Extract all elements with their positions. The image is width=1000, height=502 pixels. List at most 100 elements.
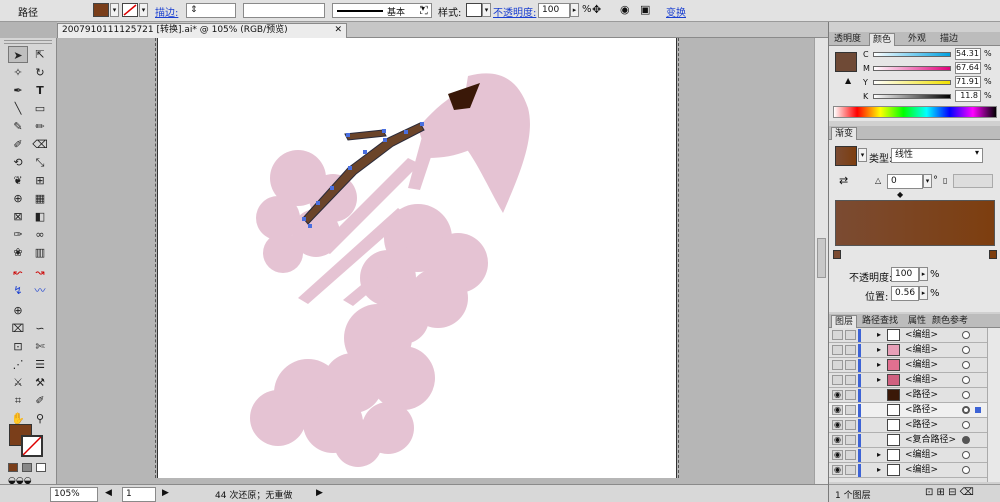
reverse-gradient-icon[interactable]: ⇄ — [839, 174, 848, 187]
column-graph-tool-icon[interactable]: ▥ — [30, 244, 50, 261]
gradient-mode-icon[interactable] — [22, 463, 32, 472]
graph-tool-icon[interactable]: ⋰ — [8, 356, 28, 373]
stroke-color-swatch[interactable] — [122, 3, 138, 17]
pen-tool-icon[interactable]: ✒ — [8, 82, 28, 99]
fill-dropdown[interactable]: ▾ — [110, 3, 119, 17]
perspective-grid-tool-icon[interactable]: ▦ — [30, 190, 50, 207]
crop-tool-icon[interactable]: ⌗ — [8, 392, 28, 409]
direct-selection-tool-icon[interactable]: ⇱ — [30, 46, 50, 63]
knife-tool-icon[interactable]: ⚔ — [8, 374, 28, 391]
canvas-area[interactable] — [57, 38, 828, 484]
scale-tool-icon[interactable]: ⤡ — [30, 154, 50, 171]
stop-location-field[interactable]: 0.56 — [891, 286, 919, 301]
gradient-swatch[interactable] — [835, 146, 857, 166]
rotate-tool-icon[interactable]: ⟲ — [8, 154, 28, 171]
gradient-type-select[interactable]: 线性 — [891, 148, 983, 163]
slice-tool-icon[interactable]: ∽ — [30, 320, 50, 337]
channel-m-value[interactable]: 67.64 — [955, 62, 981, 74]
stop-location-dropdown[interactable]: ▸ — [919, 286, 928, 300]
channel-m-slider[interactable] — [873, 66, 951, 71]
tab-layers[interactable]: 图层 — [831, 315, 858, 328]
aspect-ratio-field[interactable] — [953, 174, 993, 188]
none-mode-icon[interactable] — [36, 463, 46, 472]
tab-pathfinder[interactable]: 路径查找 — [859, 315, 901, 328]
selection-tool-icon[interactable]: ➤ — [8, 46, 28, 63]
isolate-icon[interactable]: ◉ — [620, 3, 630, 16]
layer-row[interactable]: ◉ <路径> — [829, 418, 1000, 433]
reshape-tool-icon[interactable]: ↯ — [8, 282, 28, 299]
tab-attributes[interactable]: 属性 — [905, 315, 929, 328]
color-mode-icon[interactable] — [8, 463, 18, 472]
mesh-tool-icon[interactable]: ⊠ — [8, 208, 28, 225]
crosshair-tool-icon[interactable]: ⊕ — [8, 302, 28, 319]
blob-brush-tool-icon[interactable]: ✐ — [8, 136, 28, 153]
layer-row[interactable]: ▸ <编组> — [829, 358, 1000, 373]
tab-color-guide[interactable]: 颜色参考 — [929, 315, 971, 328]
variable-width-profile[interactable] — [243, 3, 325, 18]
tab-color[interactable]: 颜色 — [869, 33, 896, 46]
type-tool-icon[interactable]: T — [30, 82, 50, 99]
gradient-tool-icon[interactable]: ◧ — [30, 208, 50, 225]
layer-footer-icons[interactable]: ⊡ ⊞ ⊟ ⌫ — [925, 487, 974, 498]
puppet-warp-tool-icon[interactable]: ⊡ — [8, 338, 28, 355]
opacity-field[interactable]: 100 — [538, 3, 570, 18]
artboard[interactable] — [155, 38, 679, 478]
artboard-tool-icon[interactable]: ⌧ — [8, 320, 28, 337]
free-transform-tool-icon[interactable]: ⊞ — [30, 172, 50, 189]
tab-transparency[interactable]: 透明度 — [831, 33, 864, 46]
paintbrush-tool-icon[interactable]: ✎ — [8, 118, 28, 135]
graphic-style-swatch[interactable] — [466, 3, 482, 17]
color-fill-swatch[interactable] — [835, 52, 857, 72]
recolor-icon[interactable]: ✥ — [592, 3, 601, 16]
eyedropper-alt-icon[interactable]: ✐ — [30, 392, 50, 409]
gradient-slider[interactable] — [835, 200, 995, 246]
stop-opacity-field[interactable]: 100 — [891, 267, 919, 282]
stroke-box[interactable] — [21, 435, 43, 457]
arrange-icon[interactable]: ▣ — [640, 3, 650, 16]
tools-grip[interactable] — [4, 40, 52, 44]
symbol-sprayer-tool-icon[interactable]: ❀ — [8, 244, 28, 261]
channel-y-slider[interactable] — [873, 80, 951, 85]
document-tab[interactable]: 2007910111125721 [转换].ai* @ 105% (RGB/预览… — [57, 23, 347, 38]
stop-opacity-dropdown[interactable]: ▸ — [919, 267, 928, 281]
channel-y-value[interactable]: 71.91 — [955, 76, 981, 88]
transform-link[interactable]: 变换 — [666, 4, 686, 19]
shape-builder-tool-icon[interactable]: ⊕ — [8, 190, 28, 207]
layers-scrollbar[interactable] — [987, 328, 1000, 482]
lasso-tool-icon[interactable]: ↻ — [30, 64, 50, 81]
next-artboard-icon[interactable]: ▶ — [162, 488, 169, 498]
layer-row-selected[interactable]: ◉ <路径> — [829, 403, 1000, 418]
blossom-artwork[interactable] — [158, 38, 678, 478]
line-tool-icon[interactable]: ╲ — [8, 100, 28, 117]
color-spectrum[interactable] — [833, 106, 997, 118]
align-icon[interactable]: ⛶ — [420, 4, 428, 18]
layer-row[interactable]: ▸ <编组> — [829, 343, 1000, 358]
vertical-scrollbar[interactable] — [814, 38, 828, 484]
rectangle-tool-icon[interactable]: ▭ — [30, 100, 50, 117]
stroke-dropdown[interactable]: ▾ — [139, 3, 148, 17]
list-tool-icon[interactable]: ☰ — [30, 356, 50, 373]
blend-tool-icon[interactable]: ∞ — [30, 226, 50, 243]
channel-k-slider[interactable] — [873, 94, 951, 99]
style-dropdown[interactable]: ▾ — [482, 3, 491, 17]
gradient-swatch-dropdown[interactable]: ▾ — [858, 148, 867, 162]
smooth-tool-icon[interactable]: 〰 — [30, 282, 50, 299]
gradient-stop-end[interactable] — [989, 250, 997, 259]
angle-dropdown[interactable]: ▾ — [923, 174, 932, 188]
close-tab-icon[interactable]: ✕ — [334, 24, 342, 37]
scroll-thumb[interactable] — [817, 238, 826, 278]
layer-row[interactable]: ▸ <编组> — [829, 328, 1000, 343]
measure-tool-icon[interactable]: ⚒ — [30, 374, 50, 391]
layer-row[interactable]: ◉ ▸ <编组> — [829, 448, 1000, 463]
status-menu-icon[interactable]: ▶ — [316, 488, 323, 498]
fill-color-swatch[interactable] — [93, 3, 109, 17]
layer-row[interactable]: ▸ <编组> — [829, 373, 1000, 388]
gradient-stop-start[interactable] — [833, 250, 841, 259]
prev-artboard-icon[interactable]: ◀ — [105, 488, 112, 498]
zoom-field[interactable]: 105% — [50, 487, 98, 502]
tab-gradient[interactable]: 渐变 — [831, 127, 858, 140]
eyedropper-tool-icon[interactable]: ✑ — [8, 226, 28, 243]
channel-c-value[interactable]: 54.31 — [955, 48, 981, 60]
zoom-tool-icon[interactable]: ⚲ — [30, 410, 50, 427]
stroke-link[interactable]: 描边: — [155, 4, 178, 19]
